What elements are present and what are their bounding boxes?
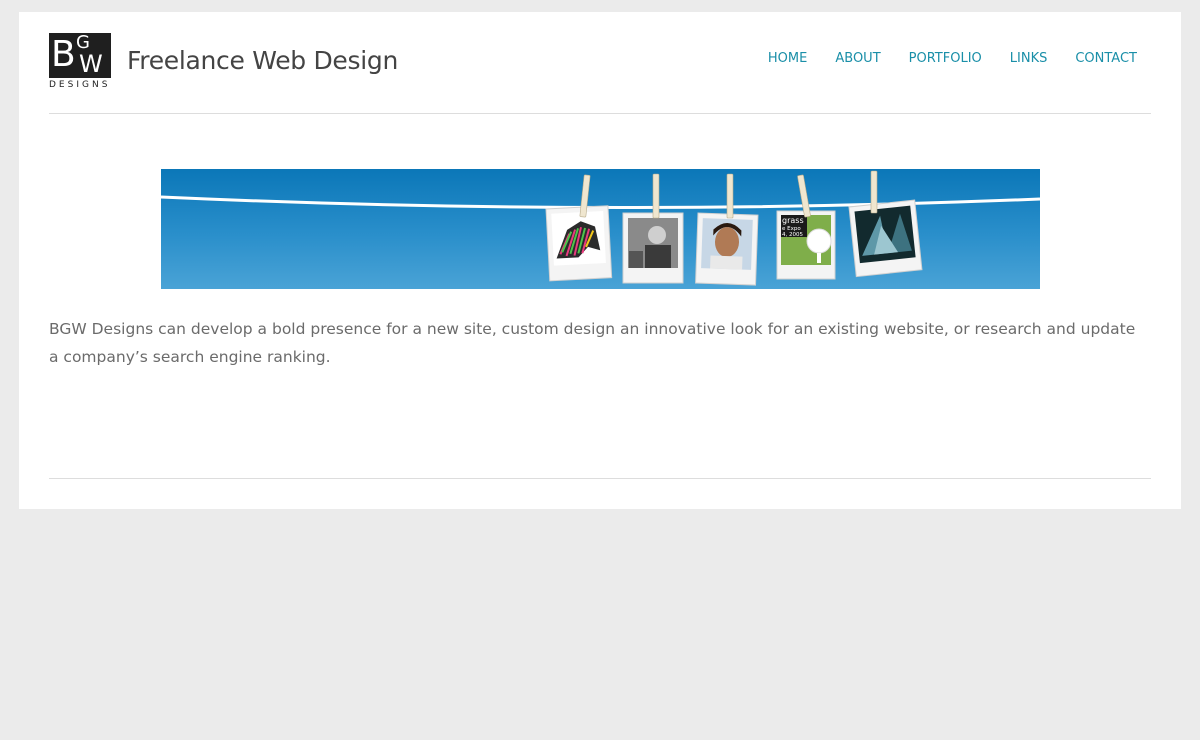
hero-banner: grass e Expo 4, 2005 xyxy=(161,169,1040,289)
page-container: B G W DESIGNS Freelance Web Design HOME … xyxy=(19,12,1181,509)
banner-illustration: grass e Expo 4, 2005 xyxy=(161,170,1040,286)
polaroid-architecture xyxy=(848,199,923,278)
polaroid-golf: grass e Expo 4, 2005 xyxy=(776,210,836,280)
site-logo[interactable]: B G W DESIGNS xyxy=(49,33,111,90)
site-header: B G W DESIGNS Freelance Web Design HOME … xyxy=(49,12,1151,114)
nav-about[interactable]: ABOUT xyxy=(835,51,880,66)
nav-portfolio[interactable]: PORTFOLIO xyxy=(909,51,982,66)
footer-divider xyxy=(49,478,1151,479)
polaroid-zebra xyxy=(545,205,613,282)
logo-mark: B G W xyxy=(49,33,111,78)
polaroid-young-man xyxy=(695,212,759,286)
polaroid-portrait xyxy=(622,212,684,284)
intro-paragraph: BGW Designs can develop a bold presence … xyxy=(49,320,1136,366)
photo-caption-line-1: grass xyxy=(782,216,804,225)
photo-caption-line-3: 4, 2005 xyxy=(782,232,803,238)
main-nav: HOME ABOUT PORTFOLIO LINKS CONTACT xyxy=(740,51,1137,66)
nav-home[interactable]: HOME xyxy=(768,51,807,66)
site-title[interactable]: Freelance Web Design xyxy=(127,46,398,75)
logo-subtitle: DESIGNS xyxy=(49,80,111,90)
nav-links[interactable]: LINKS xyxy=(1010,51,1048,66)
nav-contact[interactable]: CONTACT xyxy=(1075,51,1137,66)
logo-letter-w: W xyxy=(79,50,103,78)
logo-letter-b: B xyxy=(51,34,76,75)
